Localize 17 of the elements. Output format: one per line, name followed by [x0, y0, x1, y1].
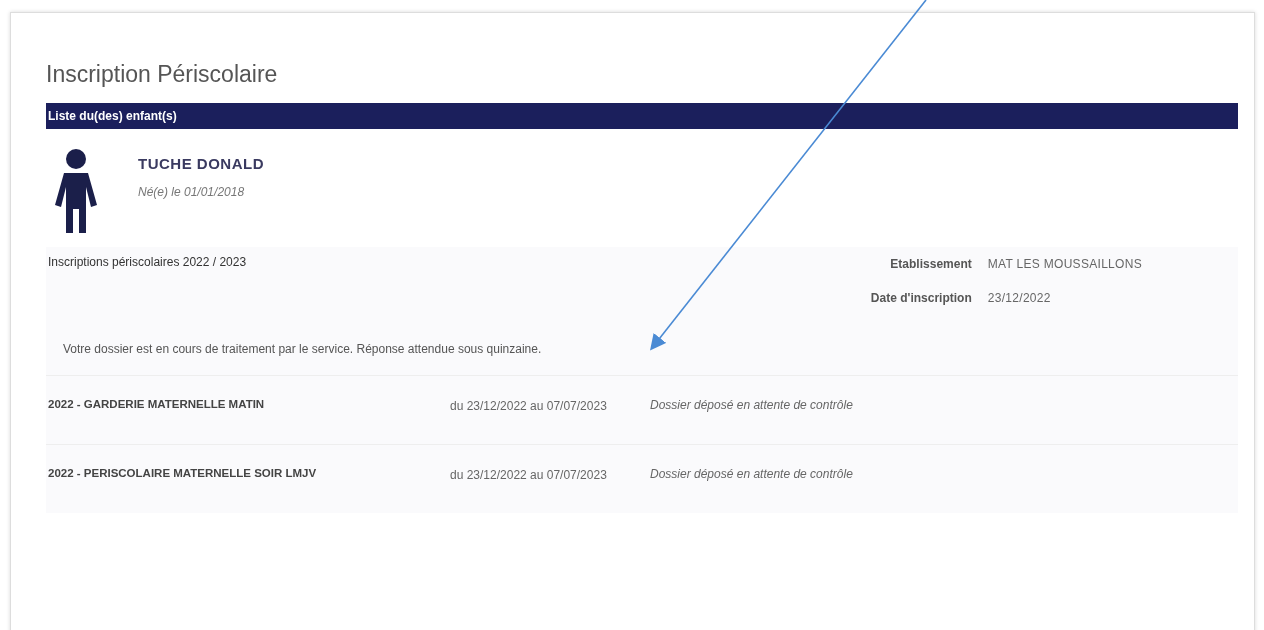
activity-name: 2022 - PERISCOLAIRE MATERNELLE SOIR LMJV: [48, 465, 318, 481]
activity-name: 2022 - GARDERIE MATERNELLE MATIN: [48, 396, 266, 412]
status-message: Votre dossier est en cours de traitement par le service. Réponse attendue sous quinzaine.: [62, 340, 543, 358]
detail-label: Etablissement: [889, 255, 972, 273]
child-name: TUCHE DONALD: [138, 153, 264, 174]
section-header: Liste du(des) enfant(s): [46, 102, 1238, 129]
period-text: du 23/12/2022 au 07/07/2023: [450, 466, 608, 484]
status-text: Dossier déposé en attente de contrôle: [650, 396, 853, 414]
birth-date: Né(e) le 01/01/2018: [138, 184, 246, 202]
page-title: Inscription Périscolaire: [46, 61, 279, 89]
status-text: Dossier déposé en attente de contrôle: [650, 465, 853, 483]
detail-value: MAT LES MOUSSAILLONS: [987, 255, 1142, 273]
detail-value: 23/12/2022: [987, 289, 1051, 307]
detail-label: Date d'inscription: [869, 289, 972, 307]
period-text: du 23/12/2022 au 07/07/2023: [450, 397, 608, 415]
child-icon: [54, 148, 98, 233]
section-heading: Inscriptions périscolaires 2022 / 2023: [47, 253, 248, 271]
